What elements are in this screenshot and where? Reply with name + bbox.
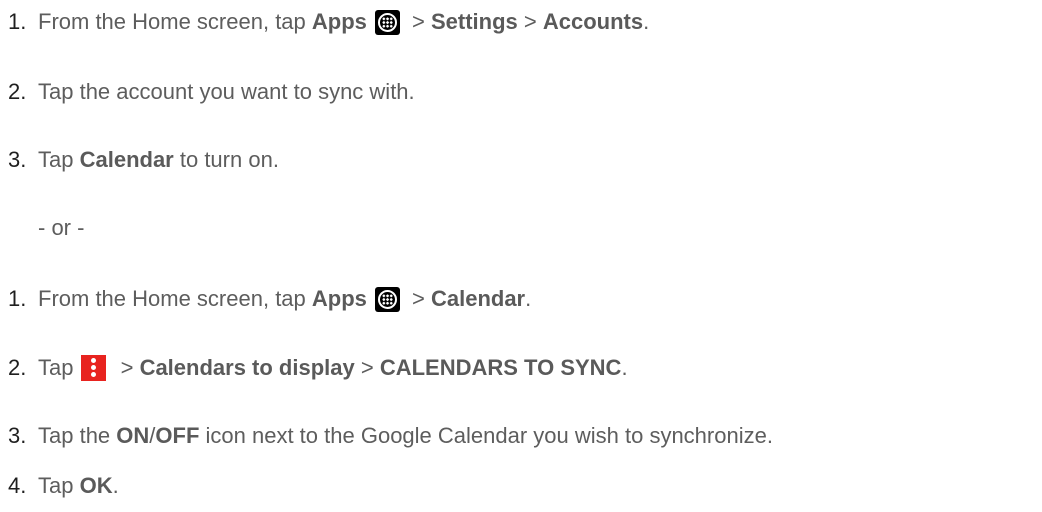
step-4-tap-ok: 4. Tap OK .: [8, 471, 119, 501]
apps-grid-icon: [374, 286, 400, 312]
calendars-to-display-label: Calendars to display: [139, 355, 355, 380]
step-text-part: From the Home screen, tap: [38, 9, 312, 34]
ok-label: OK: [79, 473, 113, 498]
off-label: OFF: [155, 423, 200, 448]
step-text-part: .: [621, 355, 628, 380]
step-text: From the Home screen, tap Apps > Calenda…: [38, 284, 531, 314]
step-text-part: >: [405, 286, 431, 311]
calendar-label: Calendar: [430, 286, 526, 311]
step-text-part: From the Home screen, tap: [38, 286, 312, 311]
step-number: 3.: [8, 423, 27, 448]
more-vertical-icon: [81, 355, 107, 381]
step-1-open-calendar: 1. From the Home screen, tap Apps > Cale…: [8, 284, 531, 314]
step-2-tap-account: 2. Tap the account you want to sync with…: [8, 77, 415, 107]
step-text-part: >: [405, 9, 431, 34]
step-text-part: >: [517, 9, 543, 34]
calendars-to-sync-label: CALENDARS TO SYNC: [379, 355, 622, 380]
step-number: 2.: [8, 79, 27, 104]
step-text: Tap > Calendars to display > CALENDARS T…: [38, 353, 628, 383]
step-number: 2.: [8, 355, 27, 380]
step-text: Tap the account you want to sync with.: [38, 79, 415, 104]
step-text-part: >: [114, 355, 140, 380]
step-3-toggle-calendar: 3. Tap the ON / OFF icon next to the Goo…: [8, 421, 773, 451]
accounts-label: Accounts: [542, 9, 644, 34]
apps-label: Apps: [311, 286, 367, 311]
step-text-part: Tap: [38, 355, 74, 380]
step-1-open-accounts: 1. From the Home screen, tap Apps > Sett…: [8, 7, 649, 37]
step-text: Tap OK .: [38, 471, 119, 501]
step-3-tap-calendar: 3. Tap Calendar to turn on.: [8, 145, 279, 175]
step-text-part: .: [525, 286, 532, 311]
step-text-part: .: [112, 473, 119, 498]
step-text-part: Tap the: [38, 423, 117, 448]
apps-label: Apps: [311, 9, 367, 34]
step-text: From the Home screen, tap Apps > Setting…: [38, 7, 649, 37]
step-2-calendars-to-sync: 2. Tap > Calendars to display > CALENDAR…: [8, 353, 628, 383]
step-number: 1.: [8, 286, 27, 311]
step-number: 1.: [8, 9, 27, 34]
calendar-label: Calendar: [79, 147, 174, 172]
step-text-part: to turn on.: [173, 147, 279, 172]
on-label: ON: [116, 423, 150, 448]
step-text: Tap Calendar to turn on.: [38, 145, 279, 175]
step-number: 4.: [8, 473, 27, 498]
apps-grid-icon: [374, 9, 400, 35]
step-number: 3.: [8, 147, 27, 172]
step-text-part: icon next to the Google Calendar you wis…: [199, 423, 773, 448]
step-text: Tap the ON / OFF icon next to the Google…: [38, 421, 773, 451]
or-separator: - or -: [38, 215, 85, 240]
settings-label: Settings: [430, 9, 518, 34]
step-text-part: Tap: [38, 473, 80, 498]
step-text-part: Tap: [38, 147, 80, 172]
step-text-part: .: [643, 9, 650, 34]
step-text-part: >: [354, 355, 380, 380]
